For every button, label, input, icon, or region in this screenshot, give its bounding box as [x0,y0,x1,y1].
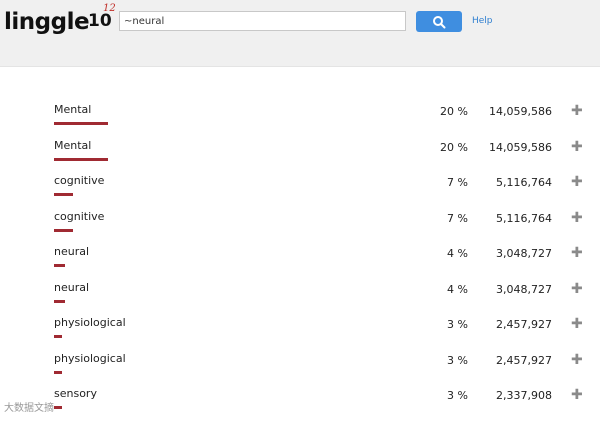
search-input[interactable] [119,11,406,31]
plus-icon[interactable]: ✚ [571,352,583,368]
result-row: cognitive 7 % 5,116,764 ✚ [0,174,600,209]
result-count: 2,457,927 [496,318,552,331]
result-percent: 4 % [447,282,468,296]
result-percent: 7 % [447,211,468,225]
logo-superscript: 12 [103,3,116,14]
result-row: physiological 3 % 2,457,927 ✚ [0,352,600,387]
logo-version: 10 [88,11,112,31]
result-percent: 4 % [447,247,468,260]
result-word[interactable]: Mental [54,139,91,152]
result-word[interactable]: physiological [54,352,126,365]
result-word[interactable]: Mental [54,103,91,116]
plus-icon[interactable]: ✚ [571,245,583,261]
result-share-bar [54,370,62,374]
result-row: physiological 3 % 2,457,927 ✚ [0,316,600,351]
result-share-bar [54,228,73,232]
result-percent: 20 % [440,140,468,154]
result-percent: 3 % [447,389,468,402]
result-share-bar [54,157,108,161]
result-count: 14,059,586 [489,140,552,154]
result-word[interactable]: sensory [54,387,97,400]
linggle-logo[interactable]: linggle [4,9,90,35]
plus-icon[interactable]: ✚ [571,139,583,155]
result-row: Mental 20 % 14,059,586 ✚ [0,139,600,174]
result-count: 3,048,727 [496,247,552,260]
plus-icon[interactable]: ✚ [571,387,583,403]
result-word[interactable]: neural [54,281,89,294]
result-count: 2,337,908 [496,389,552,402]
result-word[interactable]: cognitive [54,174,104,187]
result-count: 2,457,927 [496,353,552,367]
result-count: 5,116,764 [496,176,552,189]
result-percent: 3 % [447,353,468,367]
result-share-bar [54,193,73,196]
result-share-bar [54,299,65,303]
result-share-bar [54,406,62,409]
help-link[interactable]: Help [472,16,493,26]
search-button[interactable] [416,11,462,32]
result-percent: 20 % [440,105,468,118]
result-word[interactable]: physiological [54,316,126,329]
result-row: cognitive 7 % 5,116,764 ✚ [0,210,600,245]
result-row: Mental 20 % 14,059,586 ✚ [0,103,600,138]
search-icon [433,15,446,28]
plus-icon[interactable]: ✚ [571,210,583,226]
plus-icon[interactable]: ✚ [571,174,583,190]
result-share-bar [54,335,62,338]
result-share-bar [54,122,108,125]
result-share-bar [54,264,65,267]
result-row: sensory 3 % 2,337,908 ✚ [0,387,600,422]
result-count: 14,059,586 [489,105,552,118]
result-percent: 3 % [447,318,468,331]
result-row: neural 4 % 3,048,727 ✚ [0,281,600,316]
result-count: 3,048,727 [496,282,552,296]
top-bar: linggle 10 12 Help [0,0,600,67]
result-row: neural 4 % 3,048,727 ✚ [0,245,600,280]
watermark: 大数据文摘 [4,403,54,414]
result-word[interactable]: neural [54,245,89,258]
result-count: 5,116,764 [496,211,552,225]
plus-icon[interactable]: ✚ [571,103,583,119]
plus-icon[interactable]: ✚ [571,316,583,332]
result-word[interactable]: cognitive [54,210,104,223]
plus-icon[interactable]: ✚ [571,281,583,297]
result-percent: 7 % [447,176,468,189]
